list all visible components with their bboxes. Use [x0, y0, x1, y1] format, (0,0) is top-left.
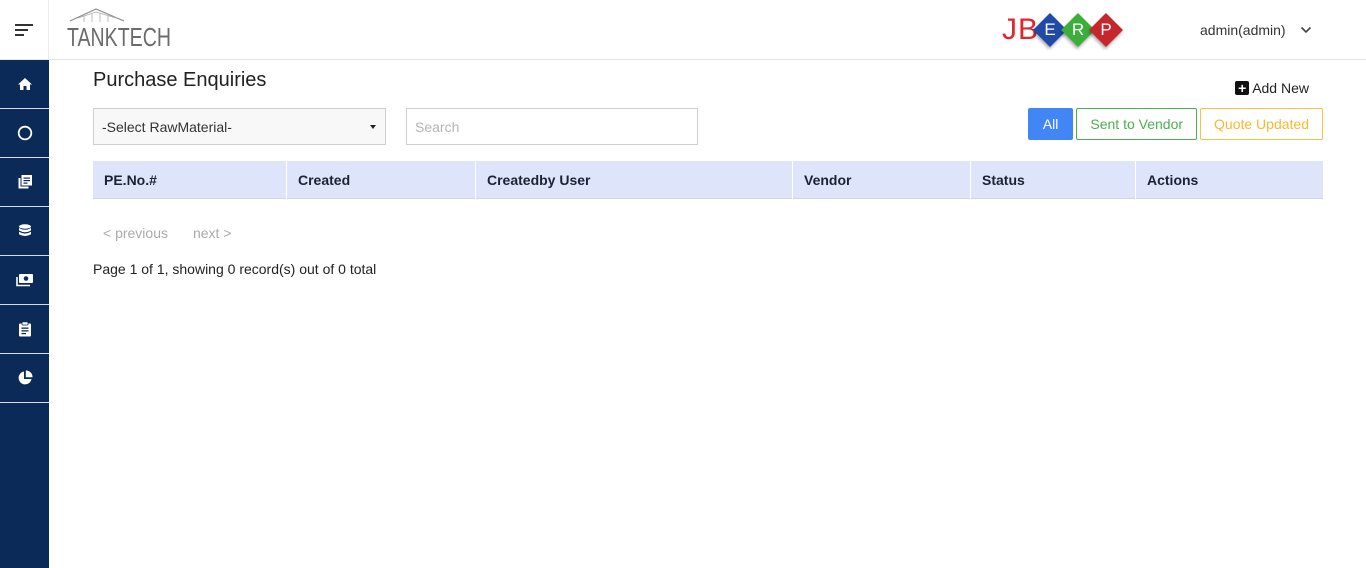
sidebar-item-pie-chart[interactable] — [0, 354, 49, 403]
sidebar-item-books[interactable] — [0, 158, 49, 207]
add-new-label: Add New — [1252, 80, 1309, 96]
page-info-text: Page 1 of 1, showing 0 record(s) out of … — [93, 261, 377, 277]
chevron-down-icon — [1300, 26, 1312, 34]
svg-text:TANKTECH: TANKTECH — [67, 22, 171, 50]
raw-material-select-value: -Select RawMaterial- — [102, 118, 232, 135]
table-header: PE.No.# Created Createdby User Vendor St… — [93, 161, 1323, 199]
menu-icon — [15, 24, 33, 36]
filter-all-button[interactable]: All — [1027, 108, 1074, 140]
search-input[interactable] — [406, 108, 698, 145]
caret-down-icon — [370, 125, 376, 129]
user-name: admin(admin) — [1200, 22, 1286, 38]
erp-logo-p: P — [1089, 13, 1123, 47]
circle-icon — [17, 125, 32, 141]
filter-quote-updated-button[interactable]: Quote Updated — [1200, 108, 1323, 140]
column-header-pe-no[interactable]: PE.No.# — [93, 161, 287, 199]
books-icon — [18, 175, 32, 189]
sidebar-item-home[interactable] — [0, 60, 49, 109]
menu-toggle-button[interactable] — [0, 0, 49, 60]
column-header-created[interactable]: Created — [287, 161, 476, 199]
status-filter-group: All Sent to Vendor Quote Updated — [1025, 108, 1323, 140]
column-header-actions: Actions — [1147, 172, 1199, 188]
database-icon — [18, 224, 31, 237]
sidebar-item-circle[interactable] — [0, 109, 49, 158]
column-header-status[interactable]: Status — [971, 161, 1136, 199]
raw-material-select[interactable]: -Select RawMaterial- — [93, 108, 386, 145]
column-header-createdby-user[interactable]: Createdby User — [476, 161, 793, 199]
sidebar-item-clipboard[interactable] — [0, 305, 49, 354]
filter-sent-to-vendor-button[interactable]: Sent to Vendor — [1076, 108, 1198, 140]
pie-chart-icon — [18, 370, 33, 385]
next-page-link[interactable]: next > — [193, 225, 232, 241]
clipboard-icon — [18, 321, 31, 337]
column-header-vendor[interactable]: Vendor — [793, 161, 971, 199]
page-title: Purchase Enquiries — [93, 69, 267, 91]
jberp-logo: JB E R P — [1002, 10, 1123, 50]
money-icon — [15, 274, 33, 287]
add-new-button[interactable]: + Add New — [1235, 80, 1309, 96]
sidebar — [0, 60, 49, 568]
user-menu[interactable]: admin(admin) — [1200, 0, 1312, 60]
top-bar: TANKTECH JB E R P admin(admin) — [0, 0, 1366, 60]
sidebar-item-database[interactable] — [0, 207, 49, 256]
tanktech-logo: TANKTECH — [66, 6, 176, 50]
plus-square-icon: + — [1235, 81, 1250, 95]
home-icon — [17, 78, 32, 90]
pagination: < previous next > — [103, 225, 257, 241]
previous-page-link[interactable]: < previous — [103, 225, 168, 241]
sidebar-item-money[interactable] — [0, 256, 49, 305]
